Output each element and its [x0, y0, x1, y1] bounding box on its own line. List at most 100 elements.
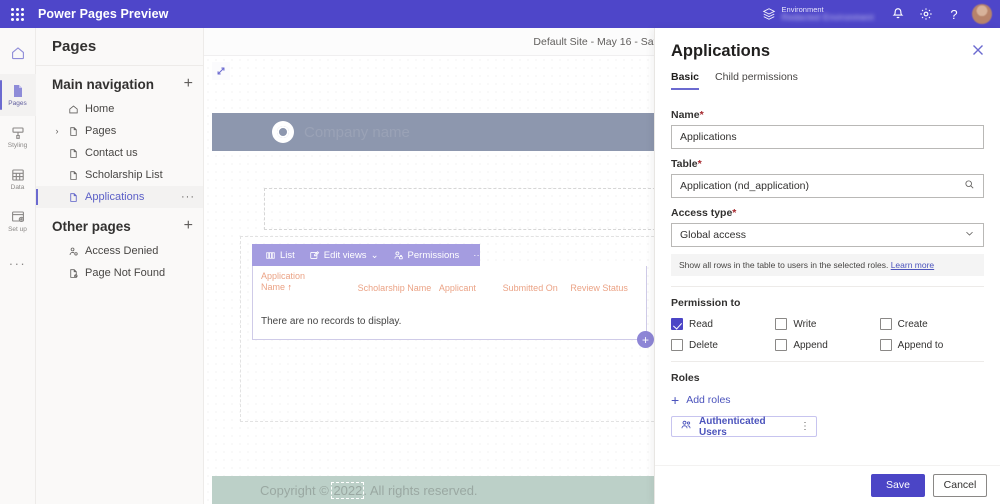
sidebar-item-access-denied[interactable]: Access Denied — [36, 240, 203, 262]
suite-header: Power Pages Preview Environment Redacted… — [0, 0, 1000, 28]
add-component-button[interactable]: + — [637, 331, 654, 348]
sidebar-item-applications[interactable]: Applications ··· — [36, 186, 203, 208]
rail-label-setup: Set up — [8, 226, 27, 233]
checkbox-write[interactable]: Write — [775, 318, 879, 330]
site-save-status: Default Site - May 16 - Saved — [533, 36, 670, 48]
sidebar-item-label: Page Not Found — [85, 267, 165, 279]
table-input-value: Application (nd_application) — [680, 180, 809, 192]
column-header-applicant[interactable]: Applicant — [439, 283, 503, 296]
name-input[interactable]: Applications — [671, 125, 984, 149]
save-button[interactable]: Save — [871, 474, 925, 497]
sidebar-item-contact-us[interactable]: Contact us — [36, 142, 203, 164]
site-brand[interactable]: Company name — [272, 121, 410, 143]
role-overflow-icon[interactable]: ⋮ — [800, 422, 810, 432]
app-launcher-icon[interactable] — [0, 0, 34, 28]
gear-icon[interactable] — [912, 0, 940, 28]
panel-title: Applications — [671, 42, 770, 61]
more-icon: ··· — [9, 257, 27, 270]
footer-year-token[interactable]: 2022 — [332, 483, 363, 498]
column-header-application-name[interactable]: ApplicationName ↑ — [261, 271, 358, 297]
chevron-right-icon[interactable]: › — [52, 126, 62, 136]
checkbox-append-box[interactable] — [775, 339, 787, 351]
checkbox-write-box[interactable] — [775, 318, 787, 330]
column-header-review-status[interactable]: Review Status — [570, 283, 638, 296]
list-toolbar: List Edit views ⌄ Permissions ··· — [252, 244, 480, 266]
main-navigation-header: Main navigation + — [36, 66, 203, 98]
sidebar-item-overflow-icon[interactable]: ··· — [181, 192, 195, 203]
access-type-dropdown[interactable]: Global access — [671, 223, 984, 247]
sidebar-item-scholarship-list[interactable]: Scholarship List — [36, 164, 203, 186]
tab-basic[interactable]: Basic — [671, 71, 699, 90]
notifications-icon[interactable] — [884, 0, 912, 28]
add-roles-button[interactable]: + Add roles — [671, 393, 984, 407]
list-button[interactable]: List — [258, 250, 302, 261]
plus-icon: + — [671, 393, 679, 407]
close-icon[interactable] — [972, 43, 984, 61]
role-chip-authenticated-users[interactable]: Authenticated Users ⋮ — [671, 416, 817, 437]
page-icon — [68, 148, 79, 159]
checkbox-create-label: Create — [898, 319, 928, 330]
checkbox-read[interactable]: Read — [671, 318, 775, 330]
access-denied-icon — [68, 246, 79, 257]
required-marker: * — [732, 207, 736, 219]
column-header-scholarship-name[interactable]: Scholarship Name — [358, 283, 439, 296]
pages-panel-title: Pages — [36, 28, 203, 66]
add-main-navigation-page-button[interactable]: + — [184, 76, 193, 92]
sidebar-item-label: Scholarship List — [85, 169, 163, 181]
environment-selector[interactable]: Environment Redacted Environment — [762, 6, 884, 23]
sidebar-item-pages[interactable]: › Pages — [36, 120, 203, 142]
list-overflow-icon[interactable]: ··· — [466, 250, 490, 261]
permissions-label: Permissions — [408, 250, 460, 261]
checkbox-delete[interactable]: Delete — [671, 339, 775, 351]
rail-item-home[interactable] — [0, 32, 36, 74]
environment-icon — [762, 7, 776, 21]
sidebar-item-home[interactable]: Home — [36, 98, 203, 120]
table-field-group: Table* Application (nd_application) — [671, 158, 984, 198]
environment-name: Redacted Environment — [782, 13, 874, 22]
section-divider — [671, 286, 984, 287]
rail-label-data: Data — [11, 184, 25, 191]
sidebar-item-label: Access Denied — [85, 245, 158, 257]
checkbox-delete-box[interactable] — [671, 339, 683, 351]
properties-form: Name* Applications Table* Application (n… — [655, 90, 1000, 437]
checkbox-append[interactable]: Append — [775, 339, 879, 351]
checkbox-append-to[interactable]: Append to — [880, 339, 984, 351]
rail-item-styling[interactable]: Styling — [0, 116, 36, 158]
main-navigation-title: Main navigation — [52, 77, 154, 92]
search-icon[interactable] — [964, 179, 975, 193]
table-input[interactable]: Application (nd_application) — [671, 174, 984, 198]
pages-panel: Pages Main navigation + Home › Pages Con… — [36, 28, 204, 504]
environment-text: Environment Redacted Environment — [782, 6, 874, 23]
role-name: Authenticated Users — [699, 416, 793, 438]
access-type-label: Access type* — [671, 207, 984, 219]
rail-item-pages[interactable]: Pages — [0, 74, 36, 116]
tab-child-permissions[interactable]: Child permissions — [715, 71, 798, 90]
checkbox-read-box[interactable] — [671, 318, 683, 330]
permissions-button[interactable]: Permissions — [386, 250, 467, 261]
checkbox-append-to-label: Append to — [898, 340, 944, 351]
checkbox-create-box[interactable] — [880, 318, 892, 330]
cancel-button[interactable]: Cancel — [933, 474, 987, 497]
resize-handle-icon[interactable] — [212, 62, 230, 80]
permission-checkbox-grid: Read Write Create Delete Append — [671, 318, 984, 351]
panel-footer: Save Cancel — [655, 465, 1000, 504]
sidebar-item-page-not-found[interactable]: Page Not Found — [36, 262, 203, 284]
rail-item-more[interactable]: ··· — [0, 242, 36, 284]
people-icon — [680, 418, 692, 436]
rail-item-setup[interactable]: Set up — [0, 200, 36, 242]
column-header-submitted-on[interactable]: Submitted On — [503, 283, 571, 296]
chevron-down-icon[interactable] — [964, 228, 975, 242]
list-header-row: ApplicationName ↑ Scholarship Name Appli… — [253, 266, 646, 296]
rail-item-data[interactable]: Data — [0, 158, 36, 200]
learn-more-link[interactable]: Learn more — [891, 260, 934, 270]
help-icon[interactable]: ? — [940, 0, 968, 28]
checkbox-append-to-box[interactable] — [880, 339, 892, 351]
sidebar-item-label: Pages — [85, 125, 116, 137]
avatar[interactable] — [972, 4, 992, 24]
checkbox-create[interactable]: Create — [880, 318, 984, 330]
rail-label-styling: Styling — [8, 142, 28, 149]
edit-views-button[interactable]: Edit views ⌄ — [302, 250, 386, 261]
add-other-page-button[interactable]: + — [184, 218, 193, 234]
app-title: Power Pages Preview — [38, 7, 168, 21]
edit-views-label: Edit views — [324, 250, 367, 261]
